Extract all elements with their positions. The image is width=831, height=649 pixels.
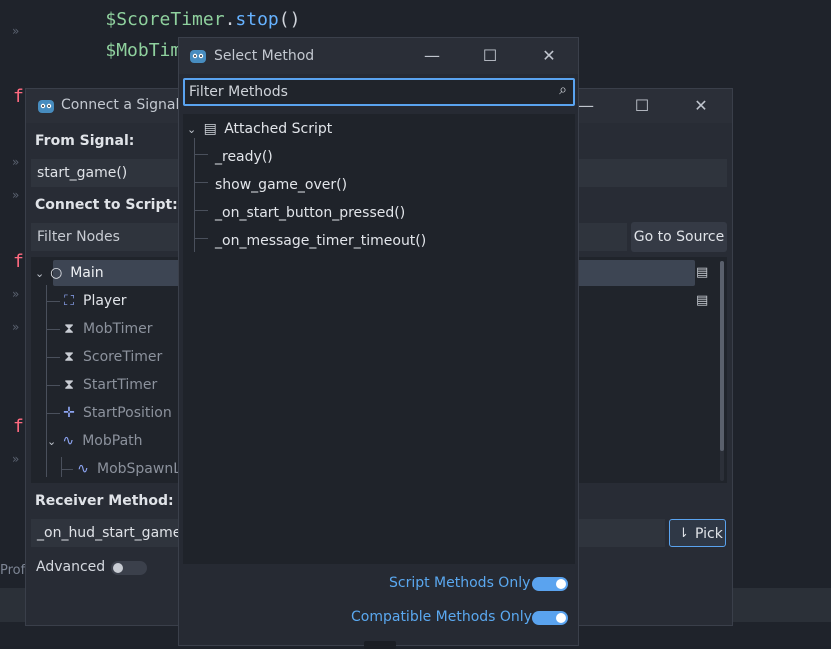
- indent-marker-icon: »: [12, 24, 20, 38]
- pathfollow-icon: ∿: [77, 461, 89, 477]
- tree-item-startposition[interactable]: ✛ StartPosition: [61, 401, 172, 425]
- script-icon[interactable]: ▤: [696, 265, 710, 281]
- gutter-func-letter: f: [13, 86, 24, 107]
- tree-scrollbar[interactable]: [720, 261, 724, 481]
- toggle-knob: [556, 579, 566, 589]
- toggle-knob: [113, 563, 123, 573]
- indent-marker-icon: »: [12, 155, 20, 169]
- method-item[interactable]: _on_start_button_pressed(): [215, 201, 405, 225]
- method-item[interactable]: _ready(): [215, 145, 273, 169]
- filter-methods-input[interactable]: [189, 80, 539, 104]
- tree-item-mobtimer[interactable]: ⧗ MobTimer: [61, 317, 152, 341]
- script-methods-only-label: Script Methods Only: [389, 575, 531, 591]
- indent-marker-icon: »: [12, 320, 20, 334]
- go-to-source-button[interactable]: Go to Source: [631, 222, 727, 252]
- resize-handle[interactable]: [364, 641, 396, 649]
- minimize-icon[interactable]: —: [420, 45, 444, 67]
- gutter-func-letter: f: [13, 251, 24, 272]
- method-item[interactable]: show_game_over(): [215, 173, 347, 197]
- toggle-knob: [556, 613, 566, 623]
- path2d-icon: ∿: [62, 433, 75, 449]
- dialog-titlebar[interactable]: Select Method — ☐ ✕: [179, 38, 578, 74]
- tree-item-scoretimer[interactable]: ⧗ ScoreTimer: [61, 345, 162, 369]
- timer-icon: ⧗: [64, 349, 74, 365]
- scroll-thumb[interactable]: [720, 261, 724, 451]
- script-methods-only-toggle[interactable]: [532, 577, 568, 591]
- maximize-icon[interactable]: ☐: [630, 95, 654, 117]
- compatible-methods-only-label: Compatible Methods Only: [351, 609, 532, 625]
- tree-item-mobpath[interactable]: ⌄ ∿ MobPath: [47, 429, 143, 453]
- connect-to-script-label: Connect to Script:: [35, 197, 178, 213]
- chevron-down-icon[interactable]: ⌄: [187, 123, 196, 136]
- indent-marker-icon: »: [12, 287, 20, 301]
- pick-button[interactable]: ⇂ Pick: [669, 519, 726, 547]
- method-tree[interactable]: ⌄ ▤ Attached Script _ready() show_game_ove…: [183, 114, 575, 564]
- dialog-title: Select Method: [214, 48, 315, 64]
- dialog-title: Connect a Signal t: [61, 97, 190, 113]
- tree-item-main[interactable]: ⌄ ○ Main: [35, 261, 104, 285]
- tree-item-starttimer[interactable]: ⧗ StartTimer: [61, 373, 157, 397]
- method-item[interactable]: _on_message_timer_timeout(): [215, 229, 426, 253]
- script-icon: ▤: [203, 121, 217, 137]
- picker-icon: ⇂: [678, 526, 689, 541]
- tree-item-player[interactable]: ⛶ Player: [61, 289, 126, 313]
- indent-marker-icon: »: [12, 188, 20, 202]
- indent-marker-icon: »: [12, 452, 20, 466]
- group-attached-script[interactable]: ⌄ ▤ Attached Script: [187, 117, 332, 141]
- circle-node-icon: ○: [50, 265, 63, 281]
- marker2d-icon: ✛: [63, 405, 75, 421]
- godot-logo-icon: [38, 100, 54, 113]
- receiver-method-label: Receiver Method:: [35, 493, 174, 509]
- chevron-down-icon[interactable]: ⌄: [47, 435, 56, 448]
- maximize-icon[interactable]: ☐: [478, 45, 502, 67]
- script-icon[interactable]: ▤: [696, 293, 710, 309]
- close-icon[interactable]: ✕: [537, 45, 561, 67]
- advanced-label: Advanced: [36, 559, 106, 575]
- compatible-methods-only-toggle[interactable]: [532, 611, 568, 625]
- chevron-down-icon[interactable]: ⌄: [35, 267, 44, 280]
- select-method-dialog: Select Method — ☐ ✕ ⌕ ⌄▤Attached Script …: [178, 37, 579, 649]
- timer-icon: ⧗: [64, 377, 74, 393]
- filter-methods-field[interactable]: ⌕: [183, 78, 575, 106]
- profiler-tab[interactable]: Prof: [0, 563, 25, 578]
- tree-item-mobspawnlocation[interactable]: ∿ MobSpawnLo: [75, 457, 189, 481]
- godot-logo-icon: [190, 50, 206, 63]
- timer-icon: ⧗: [64, 321, 74, 337]
- search-icon: ⌕: [559, 82, 567, 98]
- from-signal-label: From Signal:: [35, 133, 135, 149]
- close-icon[interactable]: ✕: [689, 95, 713, 117]
- area2d-icon: ⛶: [64, 293, 74, 309]
- advanced-toggle[interactable]: [111, 561, 147, 575]
- gutter-func-letter: f: [13, 416, 24, 437]
